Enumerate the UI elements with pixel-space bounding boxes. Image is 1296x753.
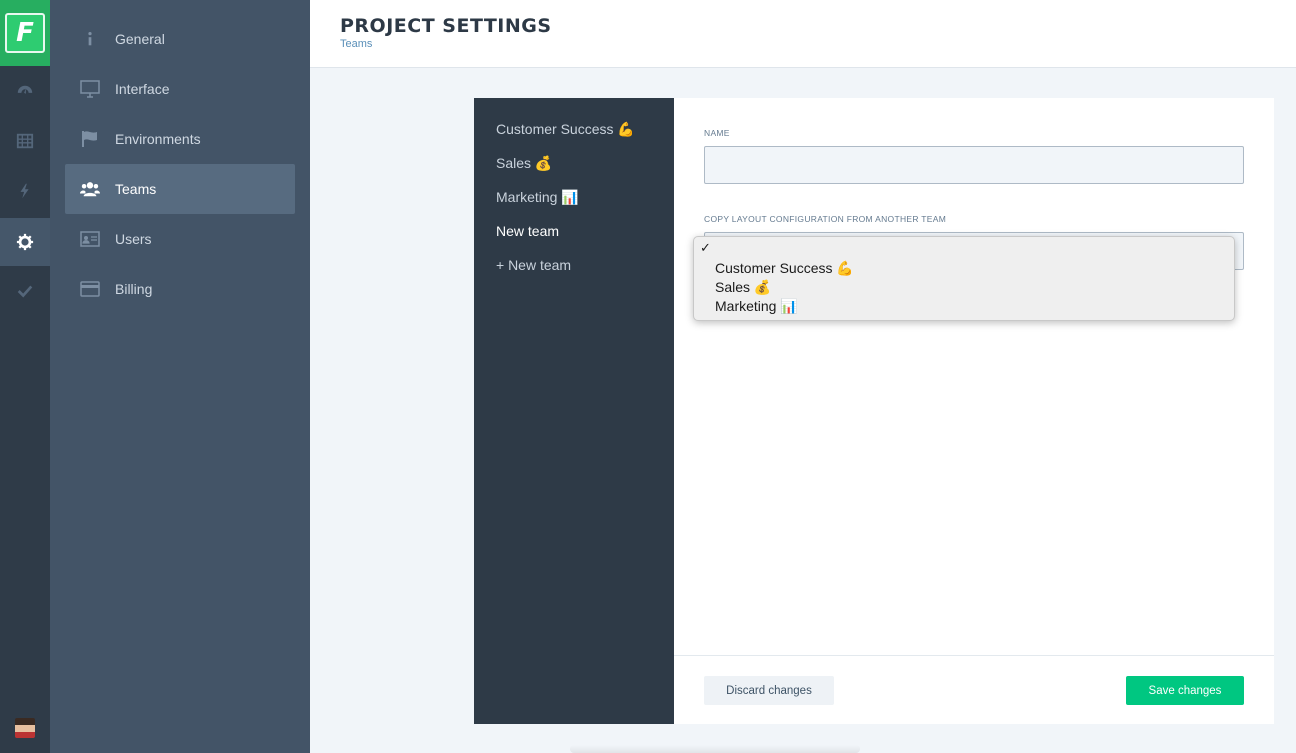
sidebar-item-environments[interactable]: Environments	[65, 114, 295, 164]
grid-icon[interactable]	[0, 117, 50, 165]
copy-layout-label: Copy layout configuration from another t…	[704, 214, 947, 224]
sidebar-item-label: Teams	[115, 181, 157, 197]
gear-icon[interactable]	[0, 218, 50, 266]
sidebar-item-label: Interface	[115, 81, 170, 97]
name-field[interactable]	[704, 146, 1244, 184]
dropdown-option-customer-success[interactable]: Customer Success 💪	[715, 260, 854, 277]
icon-rail: F	[0, 0, 50, 753]
discard-button[interactable]: Discard changes	[704, 676, 834, 705]
teams-list: Customer Success 💪 Sales 💰 Marketing 📊 N…	[474, 98, 674, 724]
app-logo[interactable]: F	[5, 13, 45, 53]
bolt-icon[interactable]	[0, 167, 50, 215]
sidebar-item-label: Users	[115, 231, 152, 247]
info-icon	[65, 30, 115, 48]
team-item-marketing[interactable]: Marketing 📊	[496, 189, 579, 206]
dashboard-icon[interactable]	[0, 68, 50, 116]
team-form: Name Copy layout configuration from anot…	[674, 98, 1274, 724]
team-item-customer-success[interactable]: Customer Success 💪	[496, 121, 635, 138]
id-card-icon	[65, 230, 115, 248]
team-item-sales[interactable]: Sales 💰	[496, 155, 552, 172]
check-icon[interactable]	[0, 267, 50, 315]
add-team-button[interactable]: + New team	[496, 257, 571, 273]
sidebar-item-general[interactable]: General	[65, 14, 295, 64]
credit-card-icon	[65, 280, 115, 298]
avatar[interactable]	[15, 718, 35, 738]
sidebar-item-interface[interactable]: Interface	[65, 64, 295, 114]
flag-icon	[65, 130, 115, 148]
page-header: PROJECT SETTINGS Teams	[310, 0, 1296, 68]
copy-layout-dropdown: ✓ Customer Success 💪 Sales 💰 Marketing 📊	[693, 236, 1235, 321]
scroll-shadow	[570, 745, 860, 753]
sidebar-item-teams[interactable]: Teams	[65, 164, 295, 214]
sidebar-item-label: Environments	[115, 131, 201, 147]
name-label: Name	[704, 128, 730, 138]
dropdown-option-marketing[interactable]: Marketing 📊	[715, 298, 798, 315]
users-icon	[65, 180, 115, 198]
sidebar-item-billing[interactable]: Billing	[65, 264, 295, 314]
settings-sidebar: General Interface Environments Teams Use…	[50, 0, 310, 753]
selected-check-icon: ✓	[700, 240, 711, 255]
footer-divider	[674, 655, 1274, 656]
sidebar-item-label: Billing	[115, 281, 153, 297]
sidebar-item-label: General	[115, 31, 165, 47]
logo-area[interactable]: F	[0, 0, 50, 66]
page-title: PROJECT SETTINGS	[340, 15, 552, 37]
team-item-new-team[interactable]: New team	[496, 223, 559, 239]
save-button[interactable]: Save changes	[1126, 676, 1244, 705]
monitor-icon	[65, 80, 115, 98]
breadcrumb: Teams	[340, 38, 373, 50]
sidebar-item-users[interactable]: Users	[65, 214, 295, 264]
dropdown-option-sales[interactable]: Sales 💰	[715, 279, 771, 296]
